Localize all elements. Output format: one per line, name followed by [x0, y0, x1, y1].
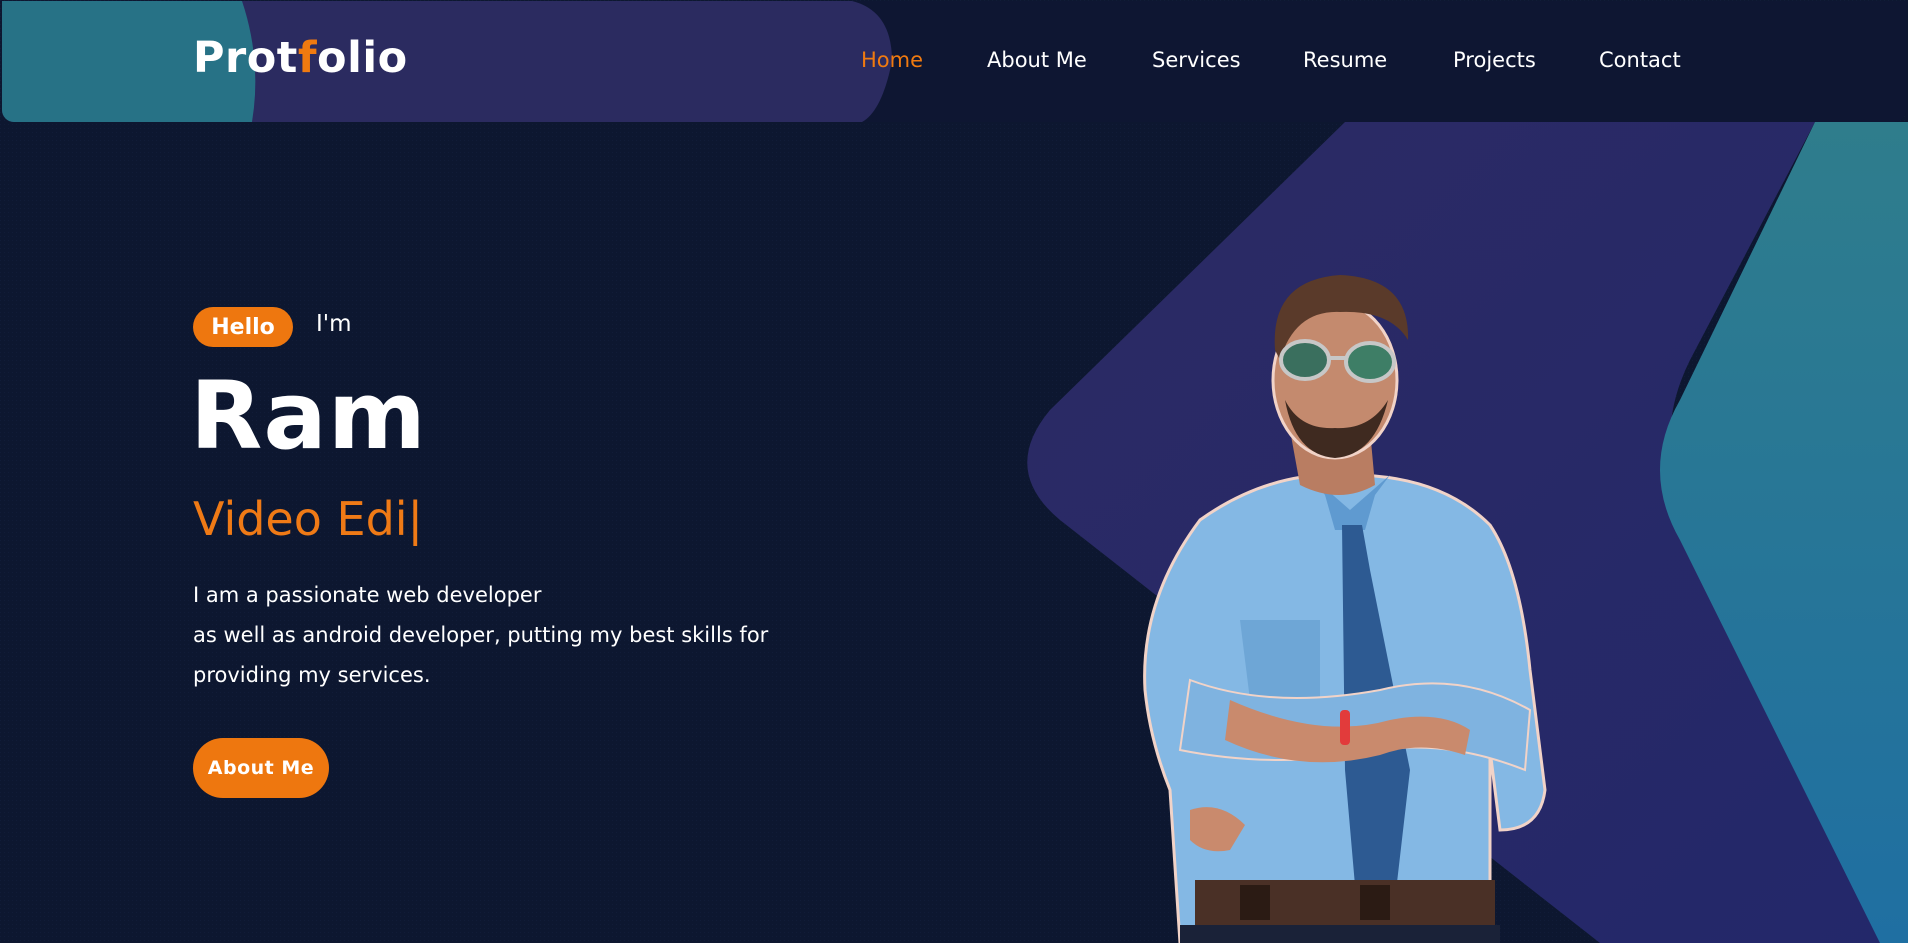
- description-line: I am a passionate web developer: [193, 583, 542, 607]
- person-portrait-image: [1143, 275, 1547, 943]
- nav-projects[interactable]: Projects: [1453, 48, 1536, 72]
- nav-contact[interactable]: Contact: [1599, 48, 1681, 72]
- nav-about-me[interactable]: About Me: [987, 48, 1087, 72]
- header-bar: Protfolio Home About Me Services Resume …: [2, 1, 1906, 122]
- nav-resume[interactable]: Resume: [1303, 48, 1387, 72]
- logo-text-accent: f: [297, 33, 318, 83]
- logo[interactable]: Protfolio: [193, 33, 408, 83]
- hero-description: I am a passionate web developer as well …: [193, 575, 833, 695]
- description-line: providing my services.: [193, 663, 431, 687]
- hello-badge: Hello: [193, 307, 293, 347]
- background-shapes: [0, 0, 1908, 943]
- nav-home[interactable]: Home: [861, 48, 923, 72]
- hero-name: Ram: [190, 362, 427, 471]
- typed-role-text: Video Edi: [193, 492, 408, 546]
- about-me-button[interactable]: About Me: [193, 738, 329, 798]
- logo-text-start: Prot: [193, 33, 298, 83]
- logo-text-end: olio: [317, 33, 408, 83]
- page: Protfolio Home About Me Services Resume …: [0, 0, 1908, 943]
- description-line: as well as android developer, putting my…: [193, 623, 769, 647]
- typing-caret: |: [407, 492, 424, 546]
- nav-services[interactable]: Services: [1152, 48, 1241, 72]
- intro-text: I'm: [316, 311, 352, 337]
- typed-role: Video Edi|: [193, 492, 423, 546]
